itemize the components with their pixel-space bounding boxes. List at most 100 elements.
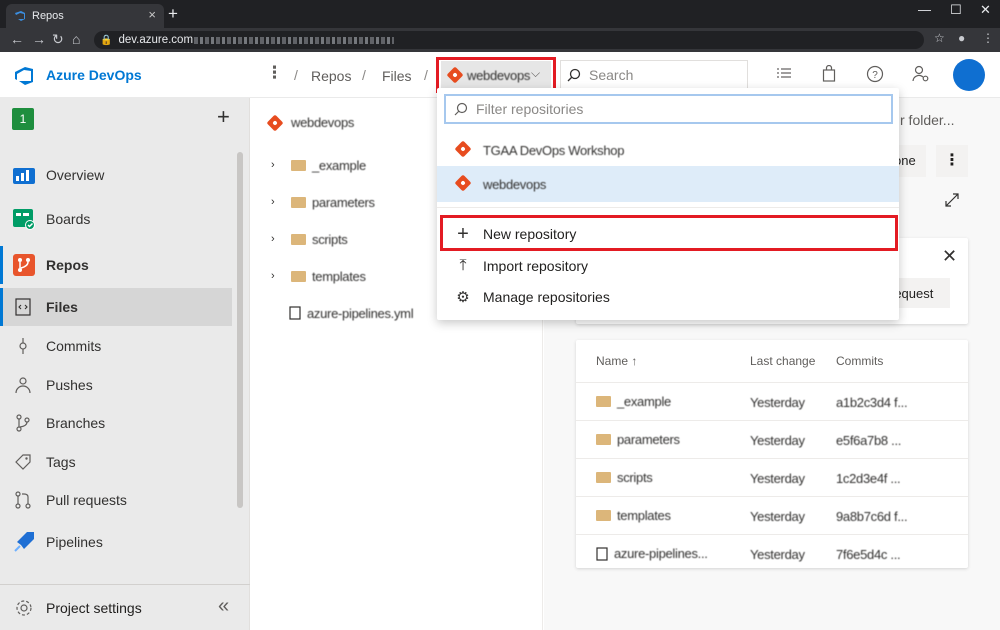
tab-close-icon[interactable]: × <box>148 7 156 22</box>
close-icon[interactable]: ✕ <box>942 246 957 267</box>
tab-title: Repos <box>32 10 64 22</box>
search-icon <box>454 102 468 116</box>
more-actions-icon[interactable]: ⋮ <box>936 145 968 177</box>
manage-repositories-button[interactable]: ⚙ Manage repositories <box>437 279 899 315</box>
folder-icon <box>291 233 306 245</box>
minimize-icon[interactable]: — <box>918 2 931 17</box>
col-name[interactable]: Name ↑ <box>596 354 637 368</box>
azure-devops-logo-icon[interactable] <box>14 66 34 86</box>
folder-icon <box>291 270 306 282</box>
svg-text:?: ? <box>872 70 878 81</box>
tree-folder[interactable]: › scripts <box>271 229 348 249</box>
file-icon <box>596 546 608 561</box>
files-active-indicator <box>0 288 3 326</box>
pushes-icon <box>15 377 31 394</box>
project-badge[interactable]: 1 <box>12 108 34 130</box>
brand-name[interactable]: Azure DevOps <box>46 67 142 83</box>
sidebar-item-pushes[interactable]: Pushes <box>0 366 232 404</box>
forward-icon[interactable]: → <box>32 31 46 47</box>
repos-active-indicator <box>0 246 3 284</box>
sidebar-item-repos[interactable]: Repos <box>0 246 232 284</box>
table-row[interactable]: scripts Yesterday 1c2d3e4f ... <box>576 458 968 496</box>
maximize-icon[interactable]: ☐ <box>950 2 962 18</box>
add-icon[interactable]: + <box>217 104 230 130</box>
git-repo-icon <box>454 174 472 192</box>
profile-icon[interactable]: ● <box>958 31 965 45</box>
bag-icon[interactable] <box>822 65 836 82</box>
sidebar-item-pipelines[interactable]: Pipelines <box>0 523 232 561</box>
crumb-separator: / <box>362 67 366 83</box>
col-last-change[interactable]: Last change <box>750 354 815 368</box>
breadcrumb-files[interactable]: Files <box>382 68 412 84</box>
browser-menu-icon[interactable]: ⋮ <box>982 31 994 45</box>
url-field[interactable]: 🔒 dev.azure.com <box>94 31 924 49</box>
git-repo-icon <box>454 140 472 158</box>
path-hint: r folder... <box>900 112 955 128</box>
repository-dropdown: Filter repositories TGAA DevOps Workshop… <box>437 88 899 320</box>
tree-folder[interactable]: › templates <box>271 266 366 286</box>
breadcrumb-repos[interactable]: Repos <box>311 68 351 84</box>
sidebar-item-branches[interactable]: Branches <box>0 404 232 442</box>
highlight-new-repository <box>440 215 898 251</box>
collapse-sidebar-icon[interactable]: « <box>218 595 229 618</box>
chevron-right-icon[interactable]: › <box>271 159 285 171</box>
browser-tab[interactable]: Repos × <box>6 4 164 28</box>
col-commits[interactable]: Commits <box>836 354 883 368</box>
reload-icon[interactable]: ↻ <box>52 31 64 48</box>
avatar[interactable] <box>953 59 985 91</box>
sidebar-item-commits[interactable]: Commits <box>0 327 232 365</box>
search-icon <box>567 68 581 82</box>
close-window-icon[interactable]: ✕ <box>980 2 991 18</box>
filter-repositories-input[interactable]: Filter repositories <box>444 94 893 124</box>
help-icon[interactable]: ? <box>866 65 884 83</box>
sidebar-item-tags[interactable]: Tags <box>0 443 232 481</box>
address-bar-row: ← → ↻ ⌂ 🔒 dev.azure.com ☆ ● ⋮ <box>0 28 1000 52</box>
sidebar-scrollbar[interactable] <box>237 152 243 508</box>
project-settings-label: Project settings <box>46 600 142 616</box>
folder-icon <box>596 434 611 445</box>
files-table: Name ↑ Last change Commits _example Yeste… <box>576 340 968 568</box>
repo-option[interactable]: TGAA DevOps Workshop <box>437 132 899 168</box>
folder-icon <box>291 196 306 208</box>
search-input[interactable]: Search <box>560 60 748 90</box>
chevron-right-icon[interactable]: › <box>271 196 285 208</box>
files-icon <box>15 298 31 316</box>
repo-option-selected[interactable]: webdevops <box>437 166 899 202</box>
chevron-right-icon[interactable]: › <box>271 270 285 282</box>
crumb-separator: / <box>424 67 428 83</box>
sidebar-item-boards[interactable]: Boards <box>0 200 232 238</box>
url-blurred <box>194 36 395 44</box>
dropdown-divider <box>437 207 899 208</box>
table-row[interactable]: azure-pipelines... Yesterday 7f6e5d4c ... <box>576 534 968 568</box>
sidebar-item-pull-requests[interactable]: Pull requests <box>0 481 232 519</box>
back-icon[interactable]: ← <box>10 31 24 47</box>
table-row[interactable]: _example Yesterday a1b2c3d4 f... <box>576 382 968 420</box>
folder-icon <box>291 159 306 171</box>
tree-folder[interactable]: › parameters <box>271 192 375 212</box>
list-icon[interactable] <box>776 67 792 81</box>
folder-icon <box>596 472 611 483</box>
expand-icon[interactable] <box>944 192 960 208</box>
chevron-right-icon[interactable]: › <box>271 233 285 245</box>
sidebar-item-overview[interactable]: Overview <box>0 156 232 194</box>
overview-icon <box>13 168 35 184</box>
tree-file[interactable]: azure-pipelines.yml <box>289 303 414 323</box>
commits-icon <box>19 338 27 354</box>
table-row[interactable]: parameters Yesterday e5f6a7b8 ... <box>576 420 968 458</box>
folder-icon <box>596 396 611 407</box>
user-settings-icon[interactable] <box>912 65 930 83</box>
new-tab-button[interactable]: + <box>168 4 178 24</box>
import-icon: ⤒ <box>459 257 467 274</box>
project-settings[interactable]: Project settings « <box>0 584 250 630</box>
pipelines-icon <box>14 532 34 552</box>
sidebar-item-files[interactable]: Files <box>0 288 232 326</box>
branches-icon <box>16 414 30 432</box>
home-icon[interactable]: ⌂ <box>72 31 80 47</box>
tree-folder[interactable]: › _example <box>271 155 366 175</box>
tags-icon <box>15 454 31 470</box>
table-row[interactable]: templates Yesterday 9a8b7c6d f... <box>576 496 968 534</box>
more-icon[interactable]: ⋮ <box>266 63 283 83</box>
tree-root[interactable]: webdevops <box>266 114 354 131</box>
repos-icon <box>13 254 35 276</box>
star-icon[interactable]: ☆ <box>934 31 945 45</box>
